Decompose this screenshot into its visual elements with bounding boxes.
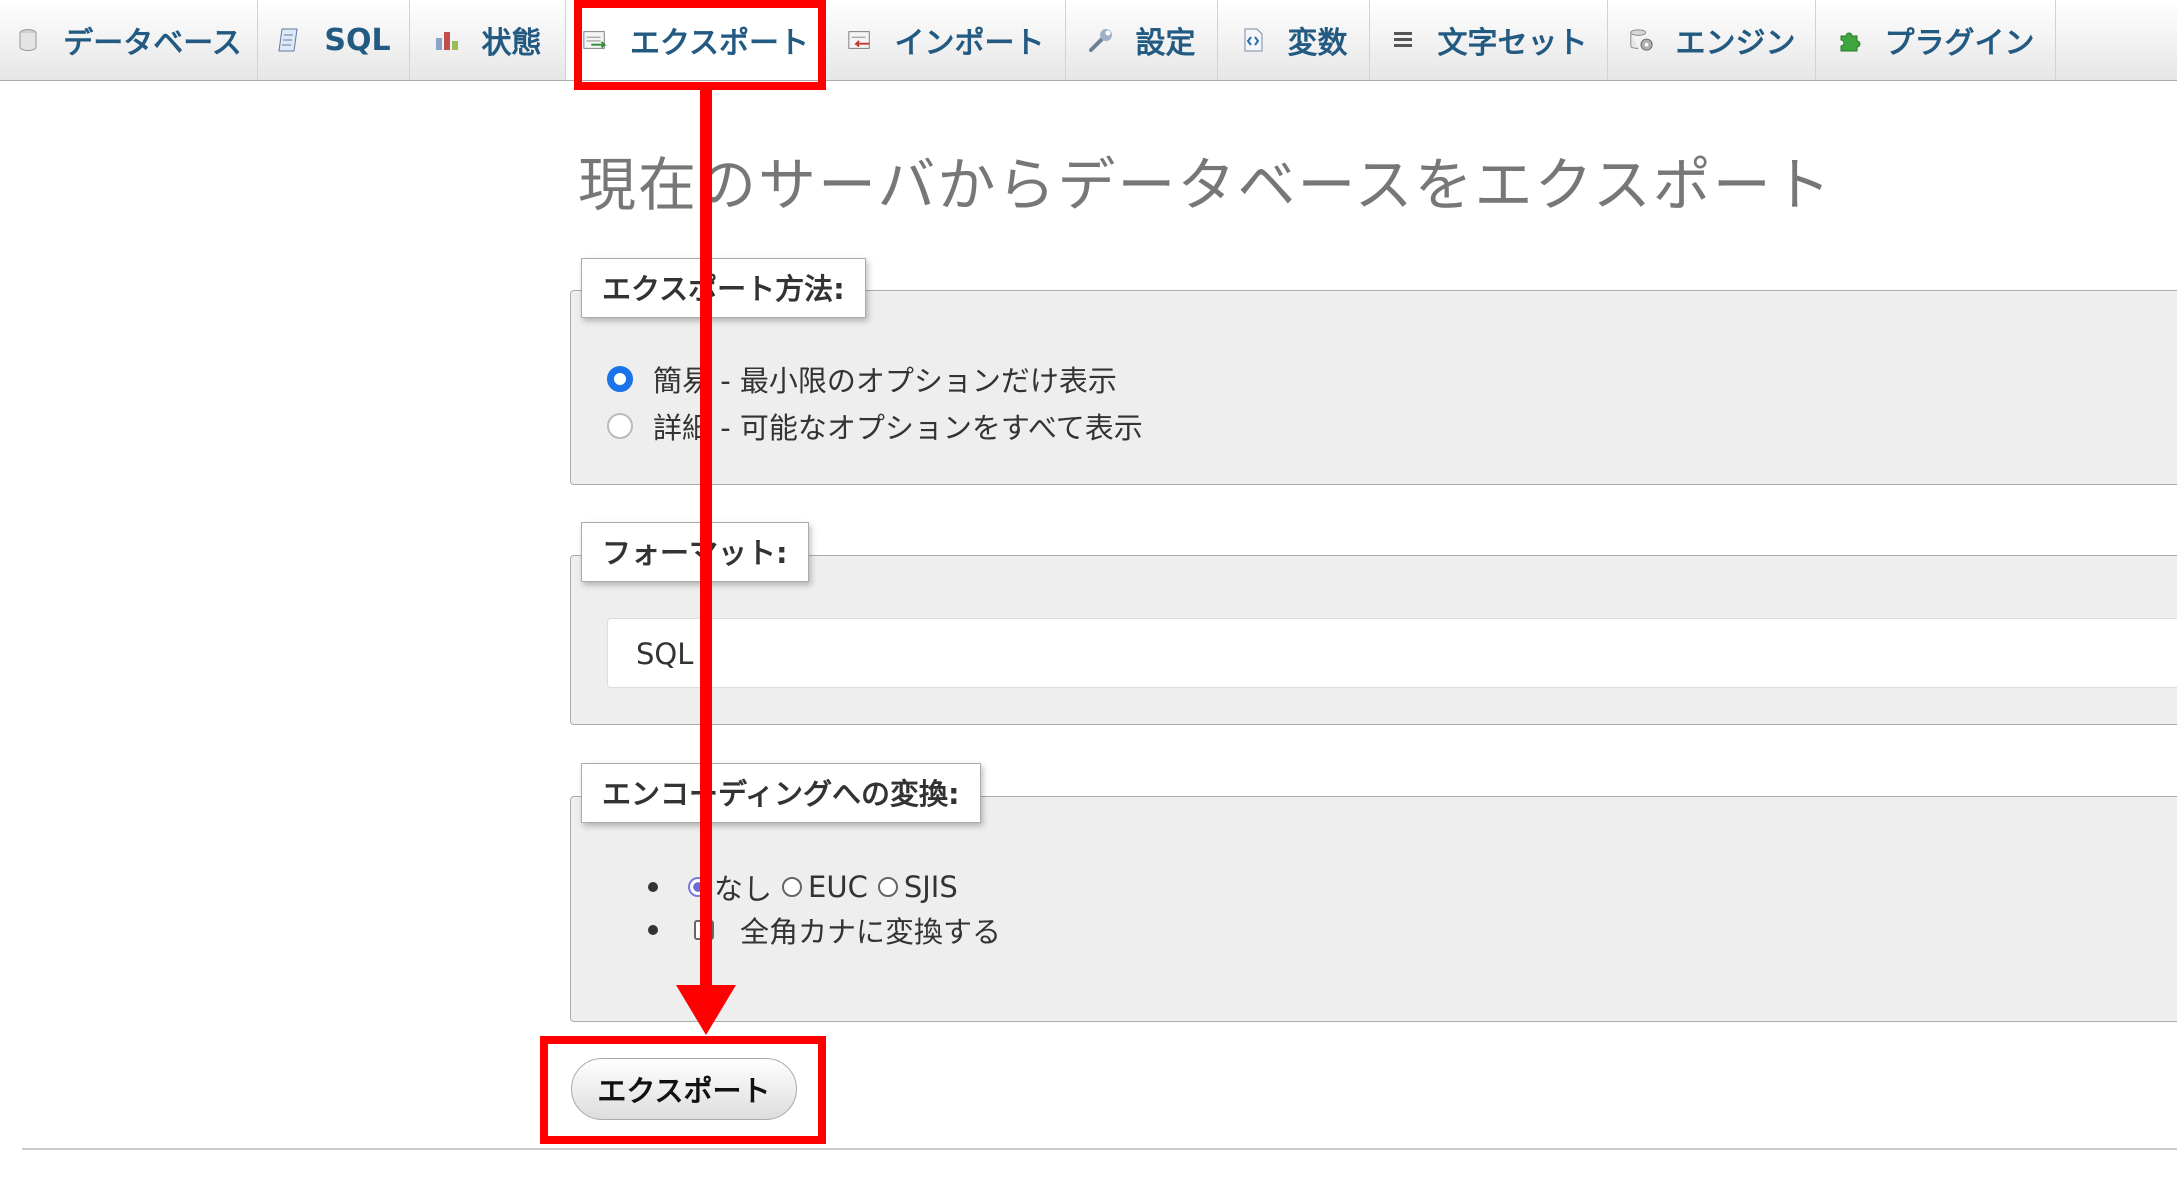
tab-status[interactable]: 状態 [410, 0, 566, 80]
export-button[interactable]: エクスポート [571, 1058, 797, 1120]
export-method-legend: エクスポート方法: [581, 258, 866, 318]
tab-export[interactable]: エクスポート [566, 0, 826, 80]
charset-icon [1390, 27, 1416, 53]
export-icon [582, 27, 608, 53]
encoding-sjis-label[interactable]: SJIS [904, 870, 958, 904]
tab-databases[interactable]: データベース [0, 0, 258, 80]
variables-icon [1240, 27, 1266, 53]
encoding-options-row: なし EUC SJIS [648, 866, 958, 908]
tab-charset[interactable]: 文字セット [1370, 0, 1608, 80]
tab-label: 状態 [481, 26, 542, 61]
bullet [648, 925, 658, 935]
tab-label: エンジン [1675, 26, 1796, 61]
encoding-none-label[interactable]: なし [714, 866, 772, 908]
tab-variables[interactable]: 変数 [1218, 0, 1370, 80]
tab-plugins[interactable]: プラグイン [1816, 0, 2056, 80]
tab-label: プラグイン [1884, 26, 2035, 61]
tab-label: 文字セット [1437, 26, 1588, 61]
tab-label: 設定 [1135, 26, 1196, 61]
tab-label: 変数 [1287, 26, 1348, 61]
annotation-arrow-line [700, 84, 712, 990]
export-method-custom-option[interactable]: 詳細 - 可能なオプションをすべて表示 [607, 405, 1143, 447]
sql-icon [276, 27, 302, 53]
export-method-quick-option[interactable]: 簡易 - 最小限のオプションだけ表示 [607, 358, 1117, 400]
encoding-euc-label[interactable]: EUC [808, 870, 868, 904]
plugin-icon [1837, 27, 1863, 53]
custom-label[interactable]: 詳細 - 可能なオプションをすべて表示 [653, 405, 1143, 447]
import-icon [847, 27, 873, 53]
encoding-euc-radio[interactable] [782, 877, 803, 897]
tab-import[interactable]: インポート [826, 0, 1066, 80]
format-legend: フォーマット: [581, 522, 809, 582]
tab-settings[interactable]: 設定 [1066, 0, 1218, 80]
tab-label: SQL [324, 22, 391, 58]
quick-radio[interactable] [607, 366, 633, 392]
quick-label[interactable]: 簡易 - 最小限のオプションだけ表示 [653, 358, 1117, 400]
tab-sql[interactable]: SQL [258, 0, 410, 80]
encoding-sjis-radio[interactable] [877, 877, 898, 897]
format-select[interactable]: SQL [607, 618, 2177, 688]
database-icon [15, 27, 41, 53]
bullet [648, 882, 658, 892]
page-title: 現在のサーバからデータベースをエクスポート [578, 151, 1833, 219]
encoding-legend: エンコーディングへの変換: [581, 763, 981, 823]
engine-icon [1628, 27, 1654, 53]
tab-label: データベース [63, 26, 242, 61]
top-tab-bar: データベース SQL 状態 エクスポート インポート 設定 変数 文字セット エ… [0, 0, 2177, 81]
annotation-arrow-head [676, 985, 736, 1035]
bottom-divider [22, 1148, 2177, 1150]
status-icon [434, 27, 460, 53]
wrench-icon [1088, 27, 1114, 53]
tab-engines[interactable]: エンジン [1608, 0, 1816, 80]
tab-label: インポート [894, 26, 1045, 61]
tab-label: エクスポート [629, 26, 810, 61]
kana-checkbox-label[interactable]: 全角カナに変換する [740, 909, 1001, 951]
custom-radio[interactable] [607, 413, 633, 439]
